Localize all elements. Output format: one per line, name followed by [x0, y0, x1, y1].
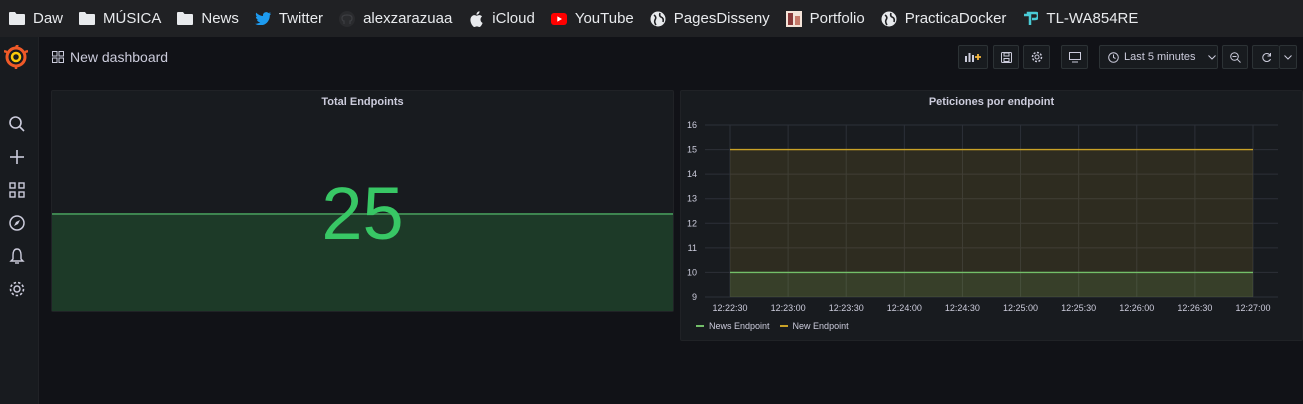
compass-icon[interactable] [8, 214, 26, 232]
add-panel-icon [965, 53, 981, 62]
save-dashboard-button[interactable] [993, 45, 1019, 69]
zoom-out-icon [1229, 51, 1241, 63]
bookmark-label: Portfolio [809, 10, 865, 27]
x-tick-label: 12:25:30 [1061, 303, 1096, 313]
legend-swatch [696, 325, 704, 327]
legend-item[interactable]: New Endpoint [779, 321, 849, 331]
bookmark-twitter[interactable]: Twitter [254, 0, 324, 37]
folder-icon [9, 11, 25, 27]
twitter-icon [254, 11, 271, 27]
bookmark-youtube[interactable]: YouTube [550, 0, 634, 37]
plus-icon[interactable] [8, 148, 26, 166]
folder-icon [79, 11, 96, 27]
sidebar [0, 37, 39, 404]
youtube-icon [550, 11, 567, 27]
bookmark-label: PagesDisseny [673, 10, 770, 27]
cycle-view-mode-button[interactable] [1061, 45, 1088, 69]
bookmark-label: iCloud [492, 10, 535, 27]
apple-icon [468, 10, 484, 27]
tplink-icon [1022, 11, 1039, 27]
y-tick-label: 9 [692, 292, 697, 302]
y-tick-label: 15 [687, 145, 697, 155]
panel-title: Total Endpoints [321, 96, 404, 108]
bookmark-label: PracticaDocker [904, 10, 1007, 27]
x-tick-label: 12:27:00 [1235, 303, 1270, 313]
bookmark-pagesdisseny[interactable]: PagesDisseny [650, 0, 770, 37]
zoom-out-button[interactable] [1222, 45, 1248, 69]
stat-value: 25 [321, 172, 404, 255]
grafana-logo-icon[interactable] [4, 45, 28, 69]
bookmark-m-sica[interactable]: MÚSICA [79, 0, 161, 37]
dashboard-settings-button[interactable] [1023, 45, 1050, 69]
legend-item[interactable]: News Endpoint [696, 321, 770, 331]
bookmark-label: Daw [33, 10, 64, 27]
bookmark-news[interactable]: News [177, 0, 239, 37]
folder-icon [177, 11, 194, 27]
time-range-label: Last 5 minutes [1124, 51, 1196, 63]
chart-legend: News Endpoint New Endpoint [696, 321, 859, 331]
x-tick-label: 12:23:00 [771, 303, 806, 313]
y-tick-label: 11 [688, 243, 697, 253]
dashboard-navbar: New dashboard Last 5 minutes [40, 37, 1303, 82]
add-panel-button[interactable] [958, 45, 988, 69]
monitor-icon [1068, 51, 1081, 62]
bookmark-portfolio[interactable]: Portfolio [785, 0, 865, 37]
gear-icon[interactable] [8, 280, 26, 298]
bookmark-label: Twitter [278, 10, 324, 27]
bookmark-label: TL-WA854RE [1046, 10, 1139, 27]
legend-label: News Endpoint [709, 321, 770, 331]
graph-panel[interactable]: Peticiones por endpoint 9 10 11 12 13 14 15 16 1… [680, 90, 1303, 341]
chevron-down-icon [1207, 54, 1216, 60]
legend-label: New Endpoint [792, 321, 849, 331]
bookmark-label: alexzarazuaa [363, 10, 453, 27]
y-tick-label: 13 [687, 194, 697, 204]
bookmark-alexzarazuaa[interactable]: alexzarazuaa [339, 0, 452, 37]
refresh-icon [1261, 52, 1271, 62]
y-tick-label: 14 [687, 169, 697, 179]
x-tick-label: 12:23:30 [829, 303, 864, 313]
save-icon [1000, 51, 1012, 63]
y-tick-label: 12 [687, 218, 697, 228]
bookmark-tl-wa854re[interactable]: TL-WA854RE [1022, 0, 1138, 37]
bookmarks-bar: Daw MÚSICA News Twitter alexzarazuaa iCloud Yo… [0, 0, 1303, 37]
x-tick-label: 12:24:30 [945, 303, 980, 313]
bookmark-practicadocker[interactable]: PracticaDocker [881, 0, 1007, 37]
x-tick-label: 12:24:00 [887, 303, 922, 313]
bookmark-label: MÚSICA [103, 10, 162, 27]
dashboards-icon[interactable] [8, 181, 26, 199]
panel-title: Peticiones por endpoint [928, 96, 1055, 108]
refresh-interval-dropdown[interactable] [1279, 45, 1297, 69]
bookmark-daw[interactable]: Daw [9, 0, 63, 37]
x-tick-label: 12:22:30 [712, 303, 747, 313]
globe-icon [650, 11, 666, 27]
x-tick-label: 12:25:00 [1003, 303, 1038, 313]
clock-icon [1108, 51, 1119, 63]
globe-icon [881, 11, 897, 27]
stat-panel[interactable]: Total Endpoints 25 [51, 90, 674, 312]
x-tick-label: 12:26:00 [1119, 303, 1154, 313]
line-chart: 9 10 11 12 13 14 15 16 12:22:30 12:23:00 12:23:30 1… [687, 120, 1278, 313]
dashboard-title-label: New dashboard [70, 49, 169, 65]
dashboard-title[interactable]: New dashboard [52, 49, 168, 65]
bookmark-label: YouTube [574, 10, 634, 27]
chevron-down-icon [1284, 54, 1292, 60]
bookmark-icloud[interactable]: iCloud [468, 0, 535, 37]
time-range-picker[interactable]: Last 5 minutes [1099, 45, 1218, 69]
grid-icon [52, 51, 64, 63]
x-tick-label: 12:26:30 [1177, 303, 1212, 313]
gear-icon [1031, 51, 1042, 63]
series-area [730, 272, 1253, 297]
portfolio-icon [785, 10, 802, 27]
y-tick-label: 16 [687, 120, 697, 130]
search-icon[interactable] [8, 115, 26, 133]
refresh-button[interactable] [1252, 45, 1279, 69]
y-tick-label: 10 [687, 267, 697, 277]
github-icon [339, 10, 356, 27]
bookmark-label: News [201, 10, 239, 27]
legend-swatch [779, 325, 788, 327]
bell-icon[interactable] [8, 247, 26, 265]
